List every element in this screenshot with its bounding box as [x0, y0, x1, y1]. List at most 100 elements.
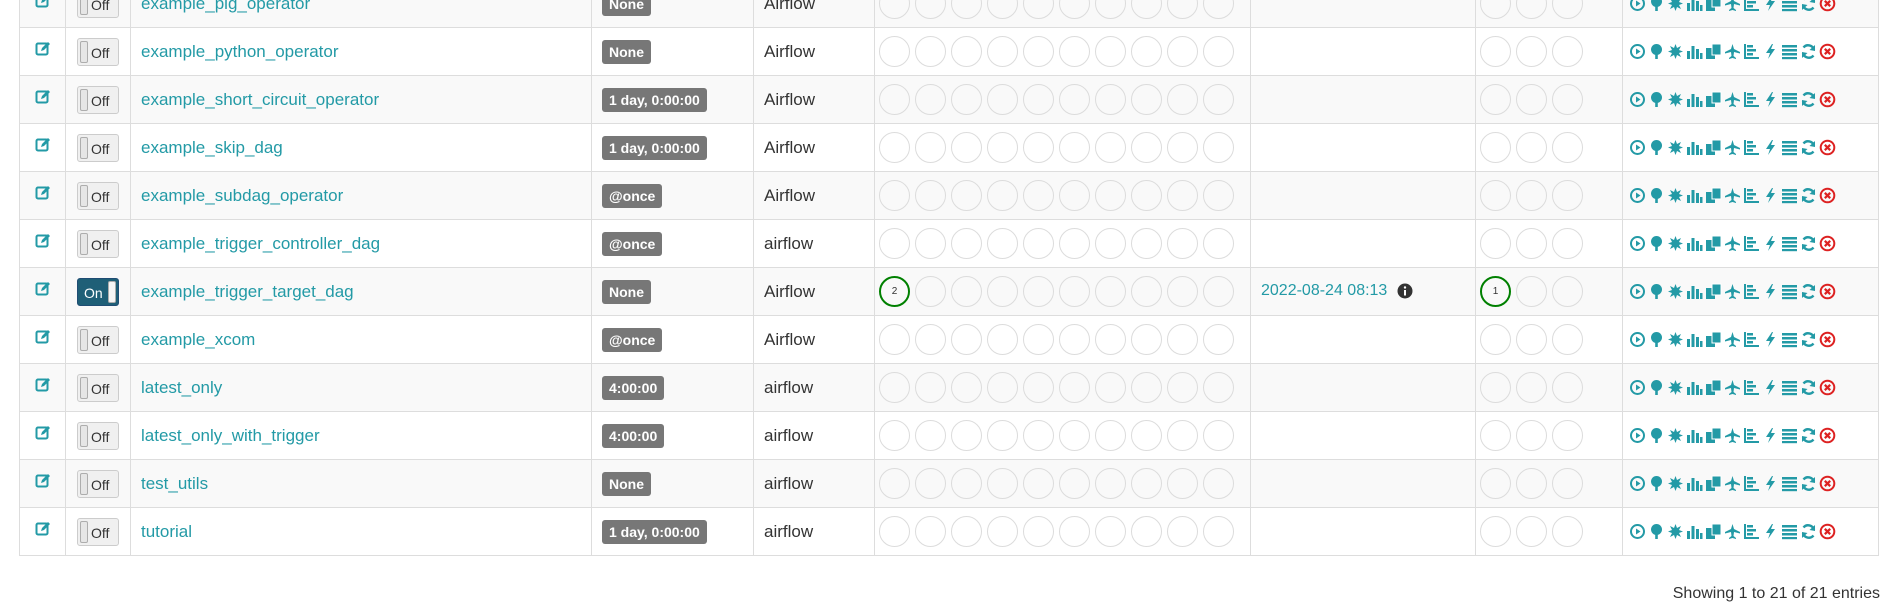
tree-view-icon[interactable] — [1648, 475, 1665, 492]
code-view-icon[interactable] — [1762, 283, 1779, 300]
dag-run-state-circle[interactable] — [1059, 372, 1090, 403]
gantt-icon[interactable] — [1743, 187, 1760, 204]
logs-icon[interactable] — [1781, 235, 1798, 252]
refresh-icon[interactable] — [1800, 523, 1817, 540]
task-state-circle[interactable] — [1552, 0, 1583, 19]
task-state-circle[interactable] — [1516, 84, 1547, 115]
dag-run-state-circle[interactable] — [1203, 180, 1234, 211]
gantt-icon[interactable] — [1743, 523, 1760, 540]
dag-run-state-circle[interactable] — [879, 36, 910, 67]
info-icon[interactable] — [1397, 283, 1413, 299]
code-view-icon[interactable] — [1762, 43, 1779, 60]
task-duration-icon[interactable] — [1686, 523, 1703, 540]
refresh-icon[interactable] — [1800, 0, 1817, 12]
task-duration-icon[interactable] — [1686, 475, 1703, 492]
task-duration-icon[interactable] — [1686, 187, 1703, 204]
dag-pause-toggle[interactable]: Off — [77, 0, 119, 18]
logs-icon[interactable] — [1781, 43, 1798, 60]
task-state-circle[interactable] — [1480, 36, 1511, 67]
dag-id-link[interactable]: latest_only_with_trigger — [141, 426, 320, 445]
edit-dag-icon[interactable] — [35, 329, 51, 345]
refresh-icon[interactable] — [1800, 139, 1817, 156]
tree-view-icon[interactable] — [1648, 523, 1665, 540]
landing-times-icon[interactable] — [1724, 331, 1741, 348]
dag-run-state-circle[interactable] — [987, 228, 1018, 259]
task-state-circle[interactable] — [1552, 372, 1583, 403]
dag-run-state-circle[interactable] — [1059, 228, 1090, 259]
dag-run-state-circle[interactable] — [1095, 372, 1126, 403]
task-state-circle[interactable] — [1516, 372, 1547, 403]
dag-run-state-circle[interactable] — [951, 372, 982, 403]
dag-run-state-circle[interactable] — [915, 132, 946, 163]
graph-view-icon[interactable] — [1667, 523, 1684, 540]
dag-run-state-circle[interactable] — [1095, 36, 1126, 67]
dag-run-state-circle[interactable] — [1023, 228, 1054, 259]
graph-view-icon[interactable] — [1667, 235, 1684, 252]
landing-times-icon[interactable] — [1724, 187, 1741, 204]
task-state-circle[interactable] — [1480, 324, 1511, 355]
dag-run-state-circle[interactable] — [915, 420, 946, 451]
dag-run-state-circle[interactable] — [1023, 132, 1054, 163]
code-view-icon[interactable] — [1762, 475, 1779, 492]
dag-run-state-circle[interactable] — [951, 516, 982, 547]
dag-run-state-circle[interactable] — [1203, 420, 1234, 451]
trigger-dag-icon[interactable] — [1629, 0, 1646, 12]
refresh-icon[interactable] — [1800, 235, 1817, 252]
dag-run-state-circle[interactable] — [1131, 132, 1162, 163]
task-tries-icon[interactable] — [1705, 427, 1722, 444]
dag-pause-toggle[interactable]: Off — [77, 373, 119, 402]
gantt-icon[interactable] — [1743, 331, 1760, 348]
task-duration-icon[interactable] — [1686, 283, 1703, 300]
dag-run-state-circle[interactable] — [1203, 36, 1234, 67]
graph-view-icon[interactable] — [1667, 0, 1684, 12]
task-state-circle[interactable] — [1516, 132, 1547, 163]
dag-run-state-circle[interactable] — [1059, 420, 1090, 451]
trigger-dag-icon[interactable] — [1629, 283, 1646, 300]
dag-run-state-circle[interactable] — [1203, 372, 1234, 403]
dag-run-state-circle[interactable] — [1023, 36, 1054, 67]
task-state-circle[interactable] — [1480, 420, 1511, 451]
tree-view-icon[interactable] — [1648, 427, 1665, 444]
logs-icon[interactable] — [1781, 475, 1798, 492]
refresh-icon[interactable] — [1800, 331, 1817, 348]
dag-pause-toggle[interactable]: Off — [77, 133, 119, 162]
dag-run-state-circle[interactable] — [951, 84, 982, 115]
landing-times-icon[interactable] — [1724, 475, 1741, 492]
dag-run-state-circle[interactable] — [1023, 0, 1054, 19]
gantt-icon[interactable] — [1743, 91, 1760, 108]
logs-icon[interactable] — [1781, 187, 1798, 204]
dag-run-state-circle[interactable] — [1059, 516, 1090, 547]
task-state-circle[interactable] — [1552, 84, 1583, 115]
dag-run-state-circle[interactable] — [1131, 0, 1162, 19]
dag-run-state-circle[interactable] — [951, 228, 982, 259]
logs-icon[interactable] — [1781, 283, 1798, 300]
code-view-icon[interactable] — [1762, 139, 1779, 156]
landing-times-icon[interactable] — [1724, 379, 1741, 396]
tree-view-icon[interactable] — [1648, 379, 1665, 396]
dag-run-state-circle[interactable] — [1095, 516, 1126, 547]
dag-run-state-circle[interactable] — [987, 516, 1018, 547]
code-view-icon[interactable] — [1762, 331, 1779, 348]
delete-dag-icon[interactable] — [1819, 91, 1836, 108]
dag-run-state-circle[interactable] — [915, 276, 946, 307]
task-state-circle[interactable] — [1552, 132, 1583, 163]
dag-run-state-circle[interactable] — [987, 36, 1018, 67]
dag-run-state-circle[interactable] — [1023, 468, 1054, 499]
task-state-circle[interactable] — [1516, 420, 1547, 451]
task-duration-icon[interactable] — [1686, 235, 1703, 252]
dag-run-state-circle[interactable] — [1095, 180, 1126, 211]
landing-times-icon[interactable] — [1724, 523, 1741, 540]
dag-run-state-circle[interactable] — [1167, 468, 1198, 499]
last-run-link[interactable]: 2022-08-24 08:13 — [1261, 282, 1387, 299]
dag-run-state-circle[interactable] — [1131, 228, 1162, 259]
task-tries-icon[interactable] — [1705, 43, 1722, 60]
code-view-icon[interactable] — [1762, 0, 1779, 12]
landing-times-icon[interactable] — [1724, 427, 1741, 444]
dag-run-state-circle[interactable] — [1095, 324, 1126, 355]
dag-run-state-circle[interactable] — [1167, 36, 1198, 67]
edit-dag-icon[interactable] — [35, 0, 51, 9]
task-state-circle[interactable] — [1480, 132, 1511, 163]
dag-pause-toggle[interactable]: Off — [77, 421, 119, 450]
graph-view-icon[interactable] — [1667, 475, 1684, 492]
dag-run-state-circle[interactable] — [951, 468, 982, 499]
